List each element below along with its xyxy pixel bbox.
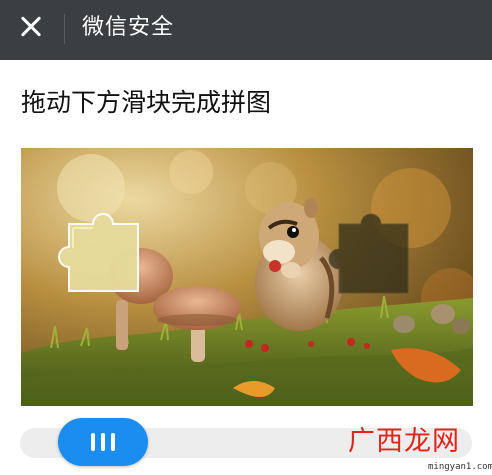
grip-line — [91, 433, 95, 451]
page-title: 微信安全 — [82, 15, 175, 40]
puzzle-piece[interactable] — [58, 213, 139, 292]
grip-line — [101, 433, 105, 451]
watermark-url: mingyan1.com — [428, 462, 492, 472]
slider-handle[interactable] — [58, 418, 148, 466]
grip-line — [111, 433, 115, 451]
captcha-image — [21, 148, 473, 406]
puzzle-slot — [328, 213, 409, 294]
close-icon[interactable] — [16, 12, 46, 42]
captcha-instruction: 拖动下方滑块完成拼图 — [21, 88, 272, 117]
header-divider — [64, 14, 65, 44]
watermark-text: 广西龙网 — [348, 426, 460, 457]
top-bar: 微信安全 — [0, 0, 492, 60]
